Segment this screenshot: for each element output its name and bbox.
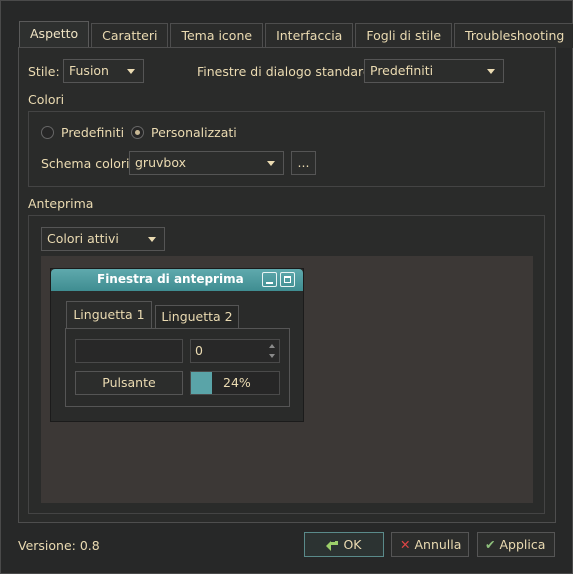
dialogs-label: Finestre di dialogo standard: [197,64,376,79]
tab-bar: Aspetto Caratteri Tema icone Interfaccia… [19,21,573,48]
check-icon: ✔ [485,537,496,552]
radio-custom[interactable] [131,126,144,139]
tab-interfaccia[interactable]: Interfaccia [265,23,354,48]
scheme-more-label: ... [297,155,310,170]
settings-window: Aspetto Caratteri Tema icone Interfaccia… [0,0,573,574]
cancel-button-label: Annulla [414,537,462,552]
preview-text-field[interactable] [75,339,183,363]
color-group-combo-value: Colori attivi [47,231,119,246]
minimize-icon[interactable] [262,272,277,287]
preview-section-title: Anteprima [28,196,94,211]
chevron-down-icon [127,69,135,74]
preview-titlebar: Finestra di anteprima [51,269,303,291]
style-combo[interactable]: Fusion [63,59,144,83]
style-label: Stile: [28,64,60,79]
chevron-down-icon [487,69,495,74]
tab-aspetto[interactable]: Aspetto [19,21,90,48]
color-group-combo[interactable]: Colori attivi [41,227,165,251]
close-icon: ✕ [400,537,411,552]
preview-progress-bar: 24% [190,371,280,395]
tab-caratteri[interactable]: Caratteri [91,23,169,48]
apply-button-label: Applica [499,537,546,552]
preview-button-label: Pulsante [102,375,156,390]
tab-fogli-di-stile[interactable]: Fogli di stile [355,23,453,48]
radio-default-label[interactable]: Predefiniti [61,125,124,140]
dialogs-combo-value: Predefiniti [370,63,434,78]
enter-arrow-icon [326,538,340,551]
spin-down-icon[interactable] [267,351,278,362]
preview-spinbox-value: 0 [195,343,203,358]
cancel-button[interactable]: ✕ Annulla [391,532,469,557]
radio-default[interactable] [41,126,54,139]
version-label: Versione: 0.8 [18,538,100,553]
progress-fill [191,372,212,394]
ok-button-label: OK [343,537,362,552]
scheme-combo[interactable]: gruvbox [129,151,284,175]
colors-group [28,111,545,187]
scheme-label: Schema colori: [41,156,134,171]
scheme-combo-value: gruvbox [135,155,186,170]
progress-text: 24% [223,375,251,390]
tab-troubleshooting[interactable]: Troubleshooting [454,23,573,48]
preview-button[interactable]: Pulsante [75,371,183,395]
preview-window: Finestra di anteprima Linguetta 1 Lingue… [50,268,304,422]
maximize-icon[interactable] [280,272,295,287]
tab-tema-icone[interactable]: Tema icone [170,23,264,48]
preview-tab-2[interactable]: Linguetta 2 [155,305,239,329]
preview-spinbox[interactable]: 0 [190,339,280,363]
chevron-down-icon [267,161,275,166]
apply-button[interactable]: ✔ Applica [477,532,555,557]
ok-button[interactable]: OK [304,532,384,557]
dialogs-combo[interactable]: Predefiniti [364,59,504,83]
chevron-down-icon [148,237,156,242]
colors-section-title: Colori [28,92,65,107]
preview-window-title: Finestra di anteprima [97,272,244,286]
style-combo-value: Fusion [69,63,109,78]
preview-tab-1[interactable]: Linguetta 1 [66,301,152,328]
scheme-more-button[interactable]: ... [291,151,316,175]
radio-custom-label[interactable]: Personalizzati [151,125,237,140]
